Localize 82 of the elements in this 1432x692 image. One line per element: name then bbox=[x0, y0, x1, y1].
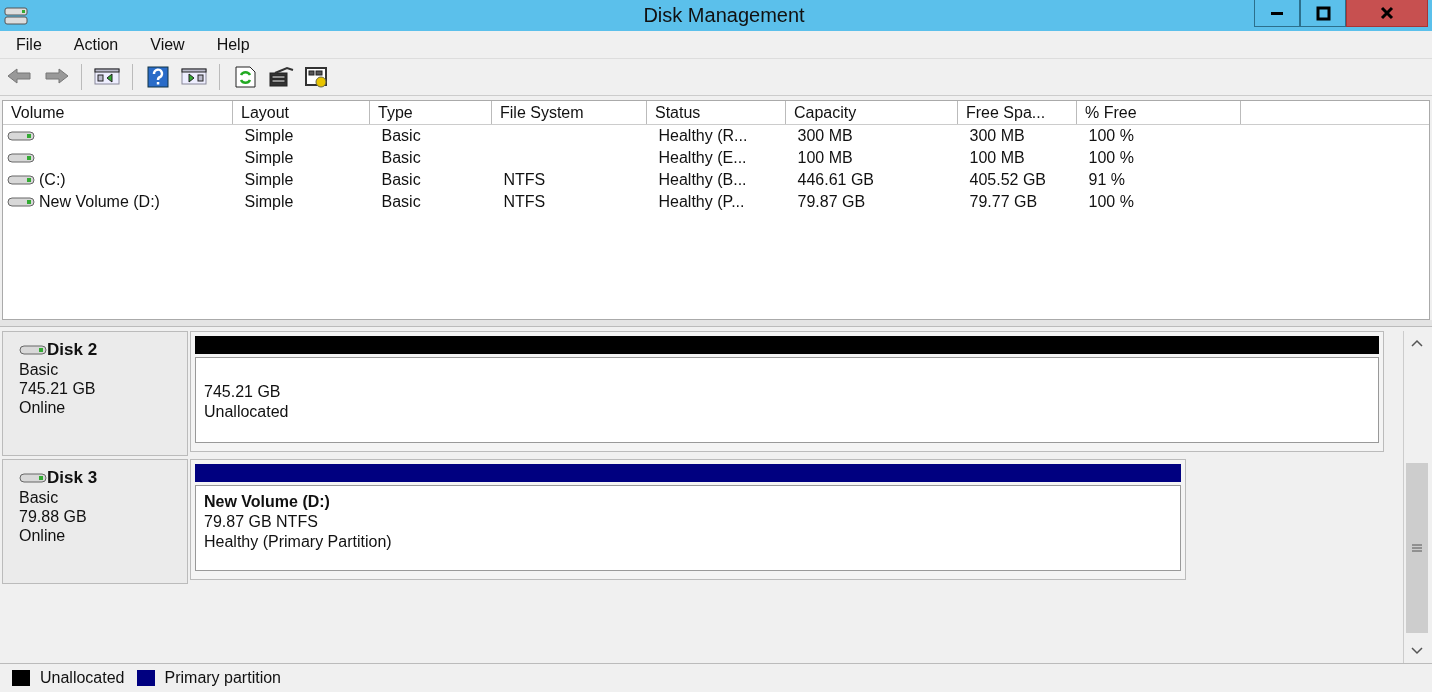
table-cell: 100 % bbox=[1088, 127, 1134, 144]
column-header[interactable]: Volume bbox=[3, 101, 233, 125]
table-cell: 100 % bbox=[1088, 149, 1134, 166]
disk-detail: 745.21 GB bbox=[19, 379, 97, 398]
drive-icon bbox=[7, 196, 35, 208]
properties-icon bbox=[267, 66, 295, 88]
menu-item[interactable]: Action bbox=[57, 35, 135, 54]
column-header[interactable]: Capacity bbox=[785, 101, 958, 125]
disk-info-panel[interactable]: Disk 3 Basic 79.88 GB Online bbox=[2, 459, 188, 584]
table-cell: 79.77 GB bbox=[969, 193, 1038, 210]
column-header[interactable]: % Free bbox=[1076, 101, 1241, 125]
table-cell: Basic bbox=[381, 127, 421, 144]
scroll-down-icon bbox=[1411, 647, 1423, 655]
table-cell: NTFS bbox=[503, 171, 546, 188]
scrollbar[interactable] bbox=[1403, 331, 1430, 663]
table-cell: (C:) bbox=[39, 171, 66, 189]
scroll-up-icon bbox=[1411, 339, 1423, 347]
partition-detail: 79.87 GB NTFS bbox=[204, 512, 319, 532]
column-header[interactable]: Type bbox=[369, 101, 492, 125]
close-icon bbox=[1379, 5, 1395, 21]
partition-detail: 745.21 GB bbox=[204, 382, 282, 402]
table-cell: 405.52 GB bbox=[969, 171, 1046, 188]
minimize-icon bbox=[1271, 11, 1283, 15]
table-cell: 79.87 GB bbox=[797, 193, 866, 210]
restore-button[interactable] bbox=[1300, 0, 1346, 27]
partition-detail: Healthy (Primary Partition) bbox=[204, 532, 393, 552]
menu-item[interactable]: File bbox=[0, 35, 58, 54]
table-cell: Healthy (E... bbox=[658, 149, 747, 166]
table-cell: Basic bbox=[381, 171, 421, 188]
table-cell: 100 MB bbox=[969, 149, 1025, 166]
partition-block[interactable]: 745.21 GB Unallocated bbox=[190, 331, 1384, 452]
help-icon bbox=[144, 66, 172, 88]
drive-icon bbox=[7, 174, 35, 186]
partition-detail: Unallocated bbox=[204, 402, 290, 422]
disk-management-icon bbox=[3, 4, 31, 27]
table-cell: 91 % bbox=[1088, 171, 1125, 188]
scroll-thumb[interactable] bbox=[1406, 463, 1428, 633]
partition-title: New Volume (D:) bbox=[204, 492, 331, 512]
disk-name: Disk 3 bbox=[47, 468, 98, 488]
table-cell: Healthy (B... bbox=[658, 171, 747, 188]
column-header[interactable]: Free Spa... bbox=[957, 101, 1077, 125]
table-cell: Simple bbox=[244, 171, 294, 188]
table-cell: 446.61 GB bbox=[797, 171, 874, 188]
minimize-button[interactable] bbox=[1254, 0, 1300, 27]
drive-icon bbox=[19, 344, 47, 356]
close-button[interactable] bbox=[1346, 0, 1428, 27]
table-cell: 100 % bbox=[1088, 193, 1134, 210]
column-header[interactable]: Status bbox=[646, 101, 786, 125]
table-cell: New Volume (D:) bbox=[39, 193, 160, 211]
table-cell: Basic bbox=[381, 193, 421, 210]
table-cell: 100 MB bbox=[797, 149, 853, 166]
disk-detail: 79.88 GB bbox=[19, 507, 88, 526]
table-cell: Simple bbox=[244, 127, 294, 144]
partition-block[interactable]: New Volume (D:) 79.87 GB NTFS Healthy (Primary Partition) bbox=[190, 459, 1186, 580]
restore-icon bbox=[1315, 5, 1331, 21]
disk-info-panel[interactable]: Disk 2 Basic 745.21 GB Online bbox=[2, 331, 188, 456]
table-cell: 300 MB bbox=[969, 127, 1025, 144]
grip-icon bbox=[1411, 544, 1423, 552]
column-header[interactable]: File System bbox=[491, 101, 647, 125]
legend-label: Primary partition bbox=[164, 669, 281, 687]
table-cell: Basic bbox=[381, 149, 421, 166]
disk-detail: Basic bbox=[19, 360, 60, 379]
pane-right-icon bbox=[180, 66, 208, 88]
drive-icon bbox=[7, 130, 35, 142]
disk-detail: Online bbox=[19, 526, 67, 545]
table-cell: Simple bbox=[244, 149, 294, 166]
window-title: Disk Management bbox=[642, 4, 806, 27]
disk-detail: Basic bbox=[19, 488, 60, 507]
table-cell: Healthy (P... bbox=[658, 193, 745, 210]
disk-name: Disk 2 bbox=[47, 340, 98, 360]
disk-detail: Online bbox=[19, 398, 67, 417]
pane-left-icon bbox=[93, 66, 121, 88]
column-header[interactable]: Layout bbox=[232, 101, 370, 125]
legend-label: Unallocated bbox=[40, 669, 125, 687]
table-cell: Simple bbox=[244, 193, 294, 210]
table-cell: Healthy (R... bbox=[658, 127, 748, 144]
table-cell: 300 MB bbox=[797, 127, 853, 144]
drive-icon bbox=[7, 152, 35, 164]
drive-icon bbox=[19, 472, 47, 484]
menu-item[interactable]: Help bbox=[200, 35, 266, 54]
table-cell: NTFS bbox=[503, 193, 546, 210]
menu-item[interactable]: View bbox=[134, 35, 201, 54]
